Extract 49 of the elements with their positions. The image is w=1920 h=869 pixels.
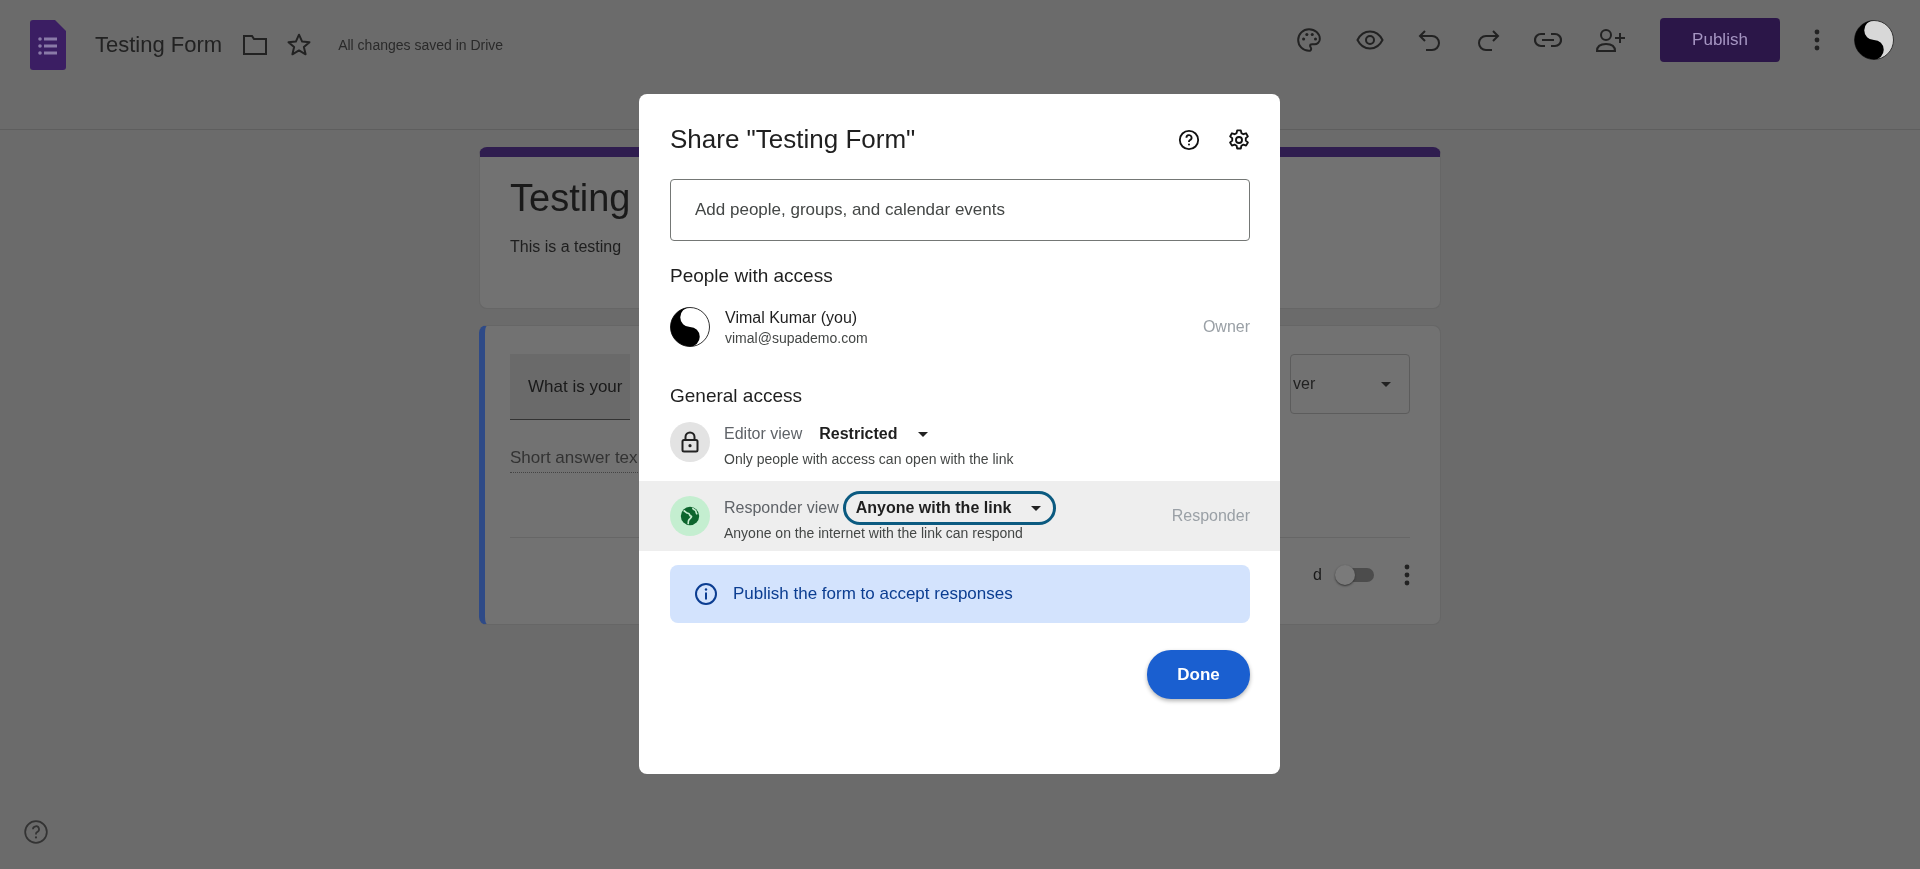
lock-icon [670,422,710,462]
access-row[interactable]: Responder view Anyone with the link Anyone on the internet with the link can respond Responder [639,481,1280,551]
link-icon[interactable] [1534,32,1562,48]
redo-icon[interactable] [1476,29,1500,51]
caret-icon [1381,381,1391,387]
info-text: Publish the form to accept responses [733,584,1013,604]
info-icon [694,582,718,606]
access-row[interactable]: Editor view Restricted Only people with access can open with the link [639,407,1280,477]
required-label: d [1313,566,1322,584]
person-name: Vimal Kumar (you) [725,308,858,327]
done-button[interactable]: Done [1147,650,1250,699]
form-description[interactable]: This is a testing [510,238,622,256]
caret-icon [917,431,928,437]
undo-icon[interactable] [1418,29,1442,51]
palette-icon[interactable] [1296,27,1322,53]
access-dropdown[interactable]: Anyone with the link [842,491,1057,525]
access-dropdown[interactable]: Restricted [806,417,943,451]
dialog-title: Share "Testing Form" [670,124,916,155]
question-type-dropdown[interactable]: ver [1290,354,1410,414]
short-answer-hint: Short answer tex [510,448,638,473]
star-icon[interactable] [286,32,313,58]
question-title-field[interactable]: What is your [510,354,630,420]
add-person-icon[interactable] [1596,28,1626,52]
eye-icon[interactable] [1356,30,1384,50]
publish-button[interactable]: Publish [1660,18,1780,62]
folder-icon[interactable] [242,34,269,56]
yin-yang-avatar-icon [670,307,710,347]
yin-yang-avatar-icon[interactable] [1854,20,1894,60]
required-toggle[interactable] [1338,568,1374,582]
access-label: Responder view [724,499,839,517]
access-role: Responder [1171,507,1250,525]
access-description: Anyone on the internet with the link can respond [724,525,1023,541]
general-access-heading: General access [670,385,802,407]
forms-logo-icon[interactable] [30,20,66,70]
more-icon[interactable] [1404,564,1410,586]
person-email: vimal@supademo.com [725,329,868,346]
more-icon[interactable] [1814,29,1820,51]
access-label: Editor view [724,425,803,443]
globe-icon [670,496,710,536]
settings-icon[interactable] [1228,128,1250,151]
form-heading[interactable]: Testing [510,177,631,220]
people-heading: People with access [670,265,833,287]
save-status: All changes saved in Drive [338,37,504,53]
caret-icon [1031,505,1042,511]
add-people-field[interactable]: Add people, groups, and calendar events [670,179,1250,241]
person-role: Owner [1202,318,1250,336]
form-title[interactable]: Testing Form [95,32,223,58]
help-icon[interactable] [1178,128,1200,151]
access-description: Only people with access can open with the link [724,451,1014,467]
